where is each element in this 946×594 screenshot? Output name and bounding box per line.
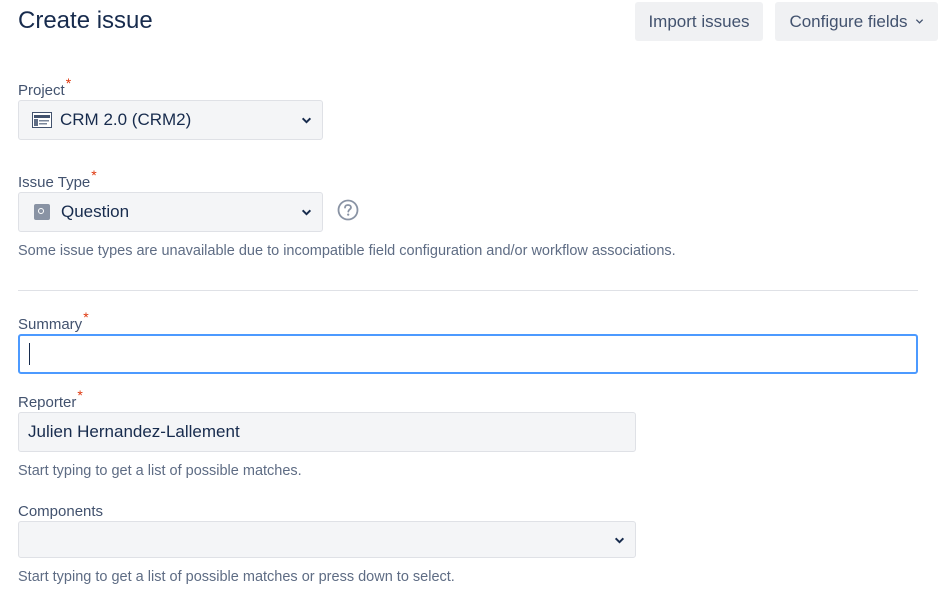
question-type-icon [34, 204, 50, 220]
required-marker: * [77, 387, 83, 403]
issue-type-label: Issue Type* [18, 167, 97, 192]
text-caret [29, 343, 30, 365]
project-label-text: Project [18, 82, 65, 99]
help-icon[interactable] [337, 199, 359, 221]
issue-type-select[interactable]: Question [18, 192, 323, 232]
chevron-down-icon [614, 537, 625, 544]
project-select[interactable]: CRM 2.0 (CRM2) [18, 100, 323, 140]
import-issues-label: Import issues [648, 11, 750, 31]
components-select[interactable] [18, 521, 636, 558]
reporter-label: Reporter* [18, 387, 83, 412]
project-avatar-icon [32, 112, 52, 128]
chevron-down-icon [915, 19, 923, 24]
components-label-text: Components [18, 503, 104, 520]
create-issue-dialog: Create issue Import issues Configure fie… [0, 0, 946, 594]
project-select-value: CRM 2.0 (CRM2) [60, 110, 192, 129]
reporter-hint: Start typing to get a list of possible m… [18, 463, 302, 479]
issue-type-hint: Some issue types are unavailable due to … [18, 243, 676, 259]
chevron-down-icon [301, 117, 312, 124]
required-marker: * [65, 75, 72, 91]
import-issues-button[interactable]: Import issues [635, 2, 763, 41]
issue-type-label-text: Issue Type [18, 174, 91, 191]
summary-label: Summary* [18, 309, 89, 334]
reporter-value: Julien Hernandez-Lallement [28, 422, 240, 441]
required-marker: * [91, 167, 97, 183]
project-label: Project* [18, 75, 71, 100]
issue-type-select-value: Question [61, 202, 130, 221]
reporter-label-text: Reporter [18, 394, 77, 411]
configure-fields-button[interactable]: Configure fields [775, 2, 938, 41]
summary-label-text: Summary [18, 316, 83, 333]
configure-fields-label: Configure fields [789, 11, 908, 31]
chevron-down-icon [301, 209, 312, 216]
page-title: Create issue [18, 7, 153, 34]
components-label: Components [18, 503, 103, 521]
components-hint: Start typing to get a list of possible m… [18, 569, 455, 585]
summary-input[interactable] [18, 334, 918, 374]
required-marker: * [83, 309, 89, 325]
section-divider [18, 290, 918, 291]
reporter-field[interactable]: Julien Hernandez-Lallement [18, 412, 636, 452]
